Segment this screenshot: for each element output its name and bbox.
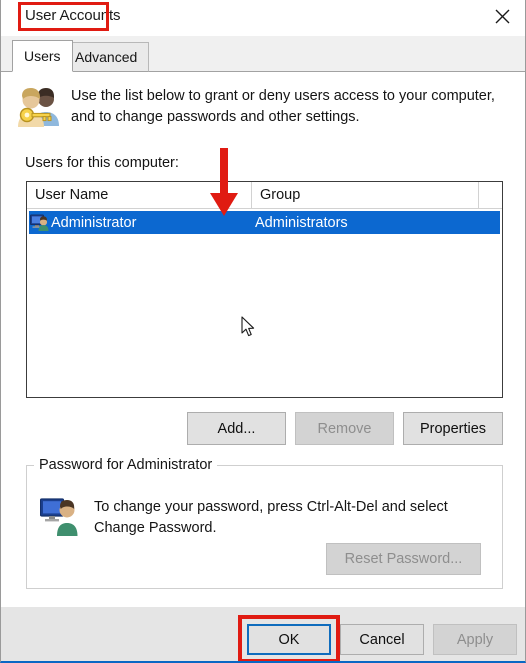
password-instruction-text: To change your password, press Ctrl-Alt-… xyxy=(94,499,448,536)
user-accounts-window: User Accounts Users Advanced Use the lis… xyxy=(0,0,526,663)
reset-password-button-label: Reset Password... xyxy=(344,551,463,567)
page-title: User Accounts xyxy=(25,7,121,24)
row-user-name: Administrator xyxy=(51,214,137,231)
title-bar: User Accounts xyxy=(1,0,525,37)
row-group: Administrators xyxy=(255,214,348,231)
column-header-spacer xyxy=(479,182,502,208)
add-button-label: Add... xyxy=(217,420,256,437)
properties-button[interactable]: Properties xyxy=(403,412,503,445)
remove-button-label: Remove xyxy=(317,420,372,437)
tab-advanced[interactable]: Advanced xyxy=(63,42,150,72)
properties-button-label: Properties xyxy=(419,420,487,437)
blurb-text: Use the list below to grant or deny user… xyxy=(71,88,495,125)
remove-button[interactable]: Remove xyxy=(295,412,394,445)
add-button[interactable]: Add... xyxy=(187,412,286,445)
tab-users[interactable]: Users xyxy=(12,40,73,72)
user-monitor-icon xyxy=(39,497,82,537)
tab-advanced-label: Advanced xyxy=(75,49,138,65)
cancel-button-label: Cancel xyxy=(359,631,405,648)
ok-button-label: OK xyxy=(278,631,300,648)
password-group-title: Password for Administrator xyxy=(34,457,218,473)
list-label: Users for this computer: xyxy=(25,155,179,171)
users-listview[interactable]: User Name Group Administrator Administra… xyxy=(26,181,503,398)
apply-button-label: Apply xyxy=(456,631,494,648)
users-with-key-icon xyxy=(16,86,62,128)
cancel-button[interactable]: Cancel xyxy=(340,624,424,655)
column-header-group-label: Group xyxy=(260,187,301,203)
reset-password-button[interactable]: Reset Password... xyxy=(326,543,481,575)
user-computer-icon xyxy=(30,214,50,231)
close-x-icon xyxy=(495,9,510,24)
ok-button[interactable]: OK xyxy=(247,624,331,655)
column-header-user-name-label: User Name xyxy=(35,187,109,203)
listview-header: User Name Group xyxy=(27,182,502,209)
tab-users-label: Users xyxy=(24,48,61,64)
apply-button[interactable]: Apply xyxy=(433,624,517,655)
column-header-user-name[interactable]: User Name xyxy=(27,182,252,208)
tab-strip: Users Advanced xyxy=(1,36,525,72)
column-header-group[interactable]: Group xyxy=(252,182,479,208)
table-row[interactable]: Administrator Administrators xyxy=(29,211,500,234)
close-button[interactable] xyxy=(479,0,525,32)
